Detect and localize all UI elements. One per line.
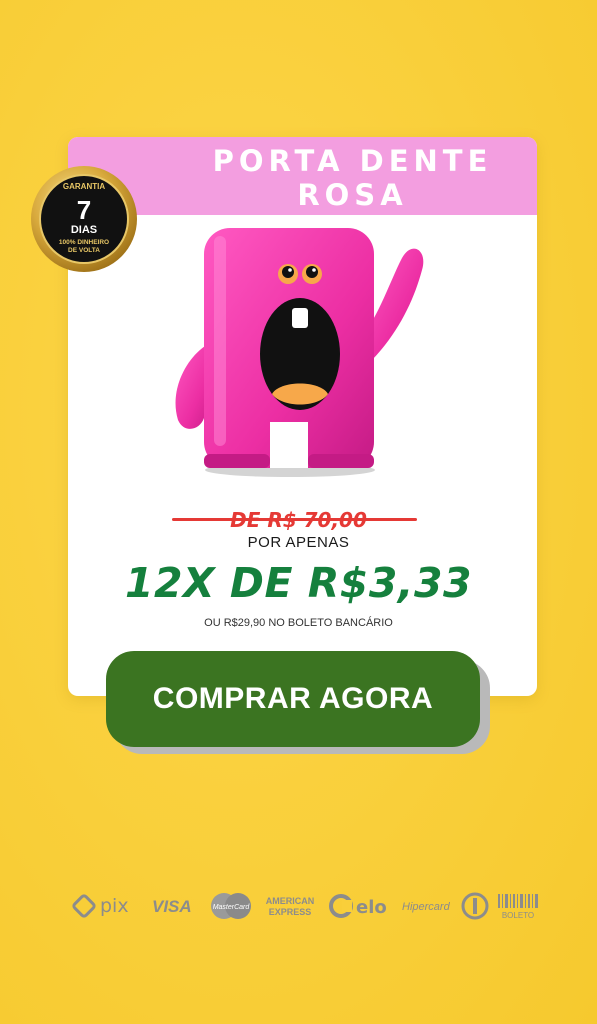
badge-unit: DIAS: [71, 224, 97, 236]
pink-monster-tooth-box-icon: [175, 228, 424, 477]
elo-icon: elo: [329, 894, 387, 918]
product-title-line1: PORTA DENTE: [212, 144, 493, 178]
price-label: POR APENAS: [247, 534, 350, 551]
visa-icon: VISA: [152, 897, 192, 916]
mastercard-label: MasterCard: [213, 904, 251, 911]
boleto-barcode-icon: BOLETO: [498, 894, 538, 920]
product-title-line2: ROSA: [297, 178, 408, 212]
hipercard-icon: Hipercard: [402, 901, 451, 913]
hipercard-label: Hipercard: [402, 901, 451, 913]
guarantee-seal-icon: GARANTIA 7 DIAS 100% DINHEIRO DE VOLTA: [31, 166, 137, 272]
amex-label-line1: AMERICAN: [266, 896, 315, 906]
pix-label: pix: [100, 895, 129, 917]
badge-line1: 100% DINHEIRO: [59, 239, 109, 246]
amex-icon: AMERICAN EXPRESS: [266, 896, 315, 917]
visa-label: VISA: [152, 897, 192, 916]
badge-top-text: GARANTIA: [63, 182, 105, 191]
payment-methods: pix VISA MasterCard AMERICAN EXPRESS elo…: [70, 890, 540, 922]
diners-club-icon: [461, 892, 489, 920]
elo-label: elo: [356, 897, 387, 918]
amex-label-line2: EXPRESS: [269, 907, 312, 917]
badge-line2: DE VOLTA: [68, 247, 100, 254]
pix-icon: pix: [72, 894, 129, 918]
boleto-price-note: OU R$29,90 NO BOLETO BANCÁRIO: [204, 617, 393, 629]
badge-number: 7: [77, 195, 91, 225]
mastercard-icon: MasterCard: [211, 893, 251, 919]
boleto-label: BOLETO: [502, 911, 534, 920]
strikethrough-line: [172, 518, 417, 521]
installment-price: 12X DE R$3,33: [124, 559, 472, 607]
buy-now-button[interactable]: COMPRAR AGORA: [106, 651, 480, 747]
product-title: PORTA DENTE ROSA: [168, 144, 537, 212]
